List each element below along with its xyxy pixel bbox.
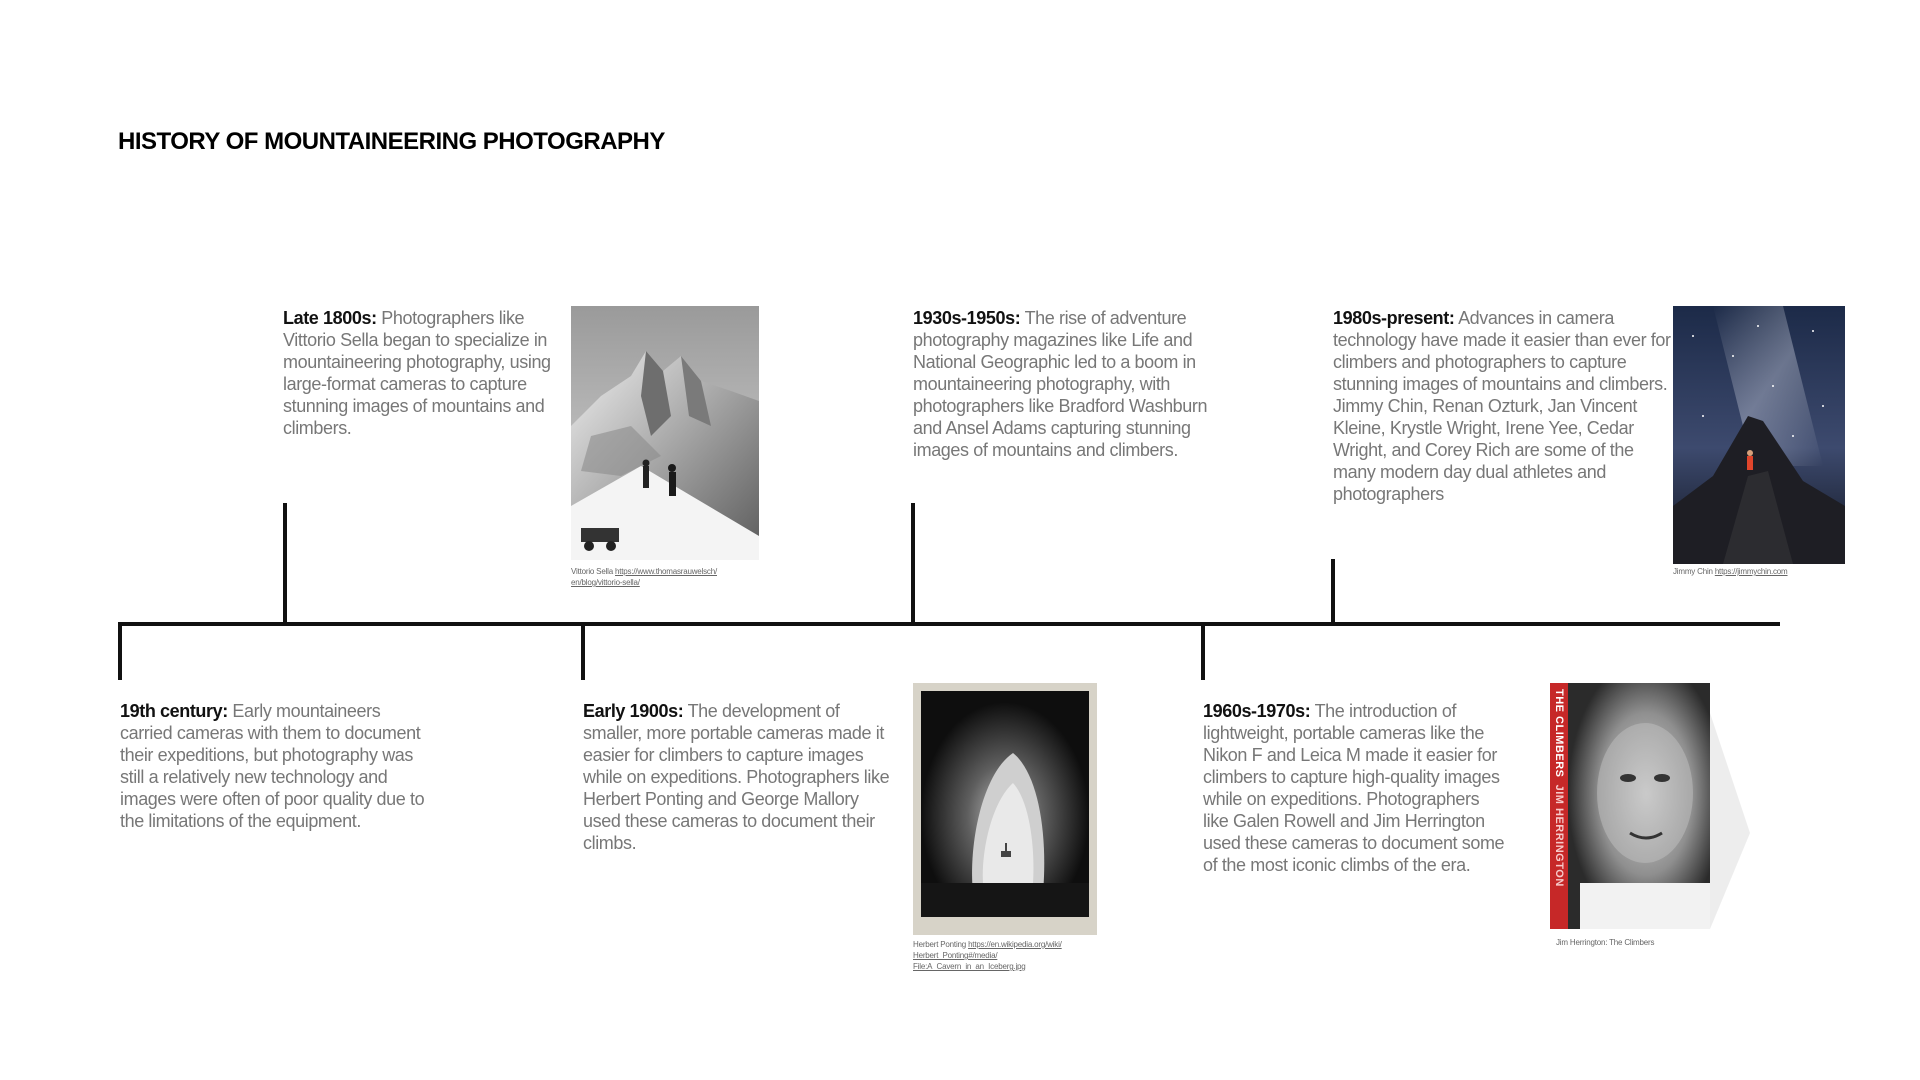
photo-jimmy-chin (1673, 306, 1845, 564)
timeline-entry-1960s-1970s: 1960s-1970s: The introduction of lightwe… (1203, 700, 1509, 876)
credit-link[interactable]: File:A_Cavern_in_an_Iceberg.jpg (913, 962, 1026, 971)
era-label: 1980s-present: (1333, 308, 1455, 328)
credit-name: Vittorio Sella (571, 567, 615, 576)
book-spine-title: THE CLIMBERS (1553, 689, 1565, 778)
page-title: HISTORY OF MOUNTAINEERING PHOTOGRAPHY (118, 128, 665, 155)
timeline-tick-1980s-present (1331, 559, 1335, 624)
era-label: 19th century: (120, 701, 228, 721)
credit-link[interactable]: https://www.thomasrauwelsch/ (615, 567, 717, 576)
timeline-tick-late-1800s (283, 503, 287, 624)
timeline-tick-19th-century (118, 624, 122, 680)
era-label: Early 1900s: (583, 701, 684, 721)
timeline-entry-19th-century: 19th century: Early mountaineers carried… (120, 700, 428, 832)
era-description: The rise of adventure photography magazi… (913, 308, 1208, 460)
timeline-entry-late-1800s: Late 1800s: Photographers like Vittorio … (283, 307, 563, 439)
credit-vittorio-sella: Vittorio Sella https://www.thomasrauwels… (571, 566, 771, 588)
credit-herbert-ponting: Herbert Ponting https://en.wikipedia.org… (913, 939, 1113, 972)
credit-name: Herbert Ponting (913, 940, 969, 949)
photo-herbert-ponting (913, 683, 1097, 935)
timeline-entry-1930s-1950s: 1930s-1950s: The rise of adventure photo… (913, 307, 1223, 461)
credit-name: Jimmy Chin (1673, 567, 1715, 576)
timeline-tick-early-1900s (581, 624, 585, 680)
timeline-entry-1980s-present: 1980s-present: Advances in camera techno… (1333, 307, 1671, 505)
credit-link[interactable]: Herbert_Ponting#/media/ (913, 951, 998, 960)
credit-link[interactable]: https://jimmychin.com (1715, 567, 1788, 576)
era-label: 1930s-1950s: (913, 308, 1021, 328)
era-description: Advances in camera technology have made … (1333, 308, 1671, 504)
book-spine-author: JIM HERRINGTON (1553, 784, 1565, 887)
credit-link[interactable]: en/blog/vittorio-sella/ (571, 578, 640, 587)
era-description: The development of smaller, more portabl… (583, 701, 890, 853)
timeline-entry-early-1900s: Early 1900s: The development of smaller,… (583, 700, 895, 854)
credit-link[interactable]: https://en.wikipedia.org/wiki/ (968, 940, 1062, 949)
credit-jimmy-chin: Jimmy Chin https://jimmychin.com (1673, 566, 1863, 577)
credit-jim-herrington: Jim Herrington: The Climbers (1556, 937, 1736, 948)
photo-the-climbers-book: THE CLIMBERS JIM HERRINGTON (1550, 683, 1750, 929)
credit-name: Jim Herrington: The Climbers (1556, 938, 1655, 947)
era-description: The introduction of lightweight, portabl… (1203, 701, 1505, 875)
era-label: Late 1800s: (283, 308, 377, 328)
era-label: 1960s-1970s: (1203, 701, 1311, 721)
photo-vittorio-sella (571, 306, 759, 560)
timeline-axis (118, 622, 1780, 626)
timeline-tick-1960s-1970s (1201, 624, 1205, 680)
timeline-tick-1930s-1950s (911, 503, 915, 624)
book-spine-text: THE CLIMBERS JIM HERRINGTON (1552, 689, 1566, 925)
